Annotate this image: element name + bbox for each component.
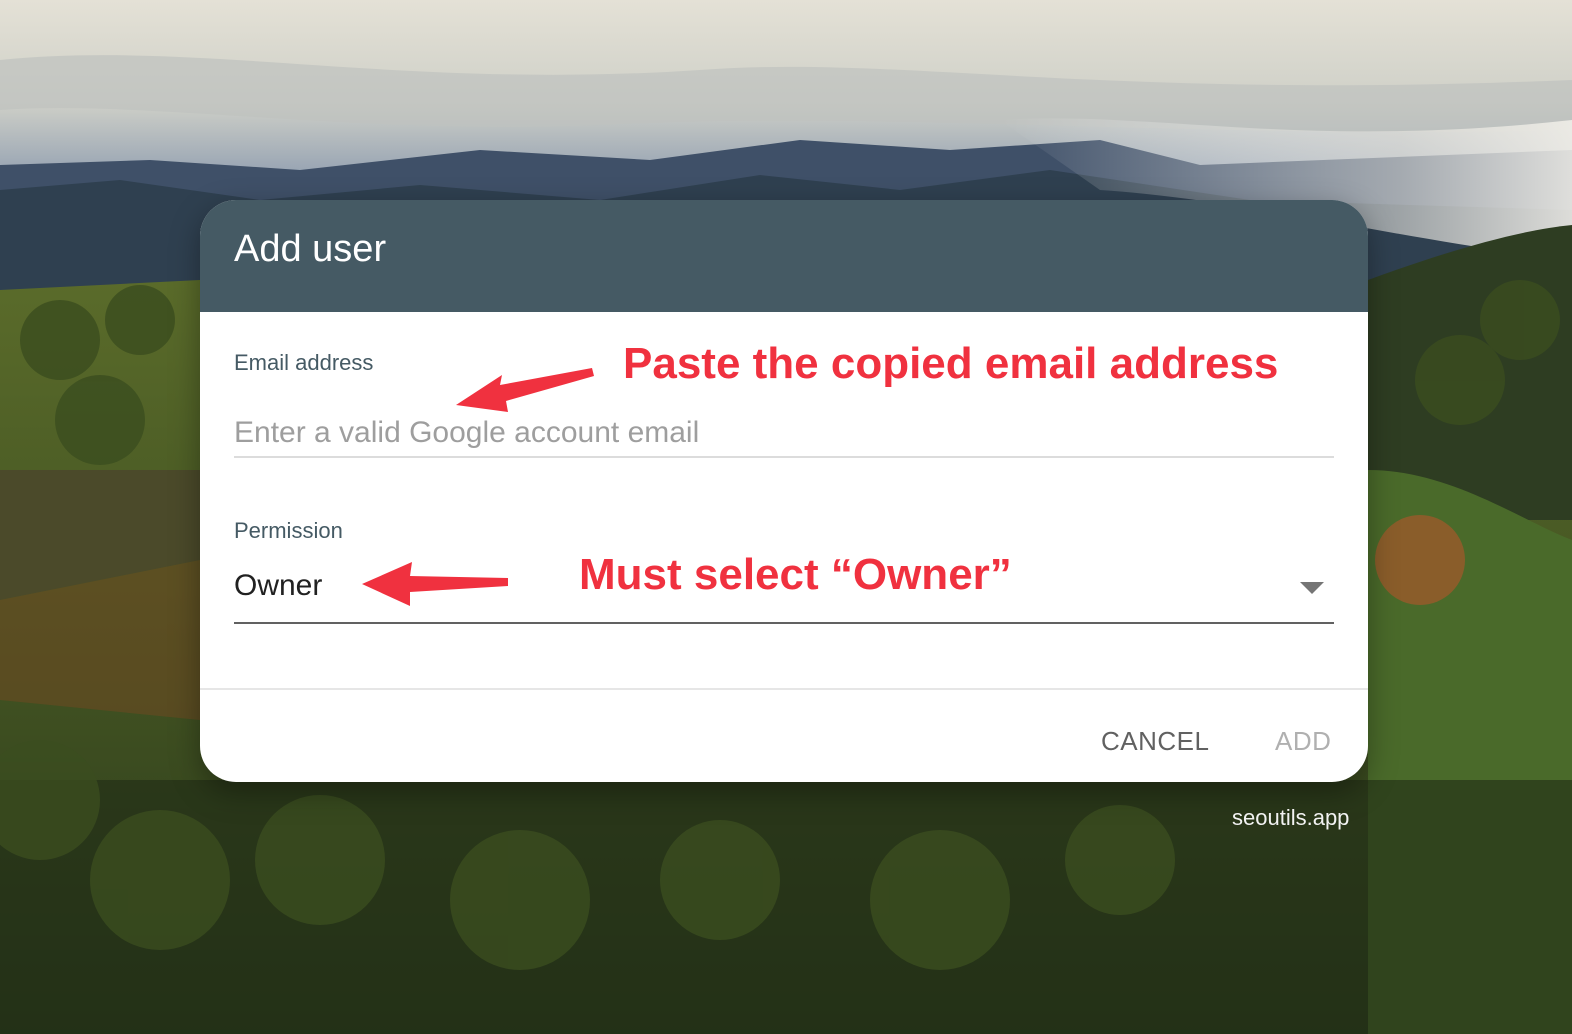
email-input[interactable] [234,410,1334,458]
permission-annotation: Must select “Owner” [579,550,1012,599]
dialog-header: Add user [200,200,1368,312]
permission-selected-value: Owner [234,569,323,602]
add-button[interactable]: ADD [1275,724,1331,758]
dialog-title: Add user [234,228,387,270]
email-annotation: Paste the copied email address [623,339,1279,388]
dialog-divider [200,688,1368,690]
add-user-dialog: Add user Email address Permission Owner … [200,200,1368,782]
email-field-label: Email address [234,350,374,375]
cancel-button[interactable]: CANCEL [1101,724,1209,758]
watermark: seoutils.app [1232,805,1350,830]
triangle-down-icon [1300,582,1324,594]
permission-field-label: Permission [234,518,343,543]
